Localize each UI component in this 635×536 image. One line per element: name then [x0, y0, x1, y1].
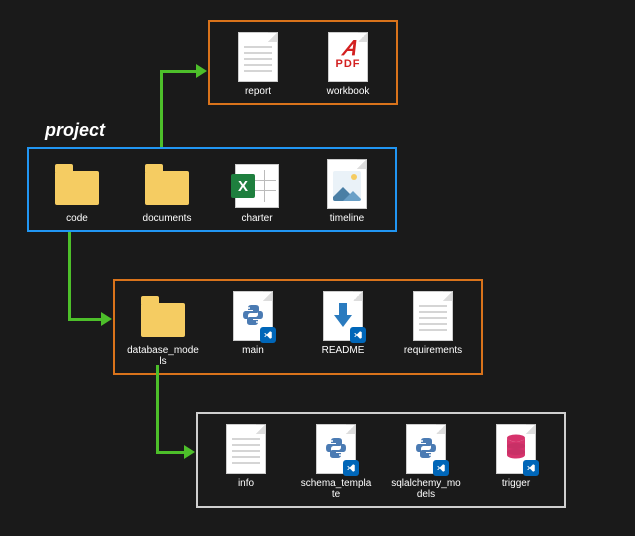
- group-project: code documents X charter timeline: [27, 147, 397, 232]
- sql-file-icon: [492, 422, 540, 476]
- group-documents: report 𝐴PDF workbook: [208, 20, 398, 105]
- item-label: database_models: [127, 345, 199, 367]
- group-database-models: info schema_template sqlalchemy_models: [196, 412, 566, 508]
- vscode-badge-icon: [523, 460, 539, 476]
- file-trigger[interactable]: trigger: [480, 422, 552, 489]
- item-label: main: [242, 345, 264, 356]
- file-charter[interactable]: X charter: [221, 157, 293, 224]
- item-label: sqlalchemy_models: [390, 478, 462, 500]
- markdown-file-icon: [319, 289, 367, 343]
- folder-icon: [53, 157, 101, 211]
- file-sqlalchemy-models[interactable]: sqlalchemy_models: [390, 422, 462, 500]
- folder-database-models[interactable]: database_models: [127, 289, 199, 367]
- folder-documents[interactable]: documents: [131, 157, 203, 224]
- folder-code[interactable]: code: [41, 157, 113, 224]
- group-code: database_models main README requirements: [113, 279, 483, 375]
- file-schema-template[interactable]: schema_template: [300, 422, 372, 500]
- item-label: trigger: [502, 478, 530, 489]
- item-label: workbook: [327, 86, 370, 97]
- text-file-icon: [234, 30, 282, 84]
- vscode-badge-icon: [350, 327, 366, 343]
- excel-file-icon: X: [233, 157, 281, 211]
- file-readme[interactable]: README: [307, 289, 379, 356]
- folder-icon: [139, 289, 187, 343]
- vscode-badge-icon: [433, 460, 449, 476]
- item-label: charter: [241, 213, 272, 224]
- item-label: info: [238, 478, 254, 489]
- text-file-icon: [222, 422, 270, 476]
- file-info[interactable]: info: [210, 422, 282, 489]
- item-label: schema_template: [300, 478, 372, 500]
- python-file-icon: [229, 289, 277, 343]
- file-requirements[interactable]: requirements: [397, 289, 469, 356]
- text-file-icon: [409, 289, 457, 343]
- python-file-icon: [312, 422, 360, 476]
- file-timeline[interactable]: timeline: [311, 157, 383, 224]
- vscode-badge-icon: [260, 327, 276, 343]
- file-workbook[interactable]: 𝐴PDF workbook: [312, 30, 384, 97]
- file-main[interactable]: main: [217, 289, 289, 356]
- item-label: README: [322, 345, 365, 356]
- pdf-file-icon: 𝐴PDF: [324, 30, 372, 84]
- python-file-icon: [402, 422, 450, 476]
- item-label: code: [66, 213, 88, 224]
- file-report[interactable]: report: [222, 30, 294, 97]
- item-label: timeline: [330, 213, 364, 224]
- folder-icon: [143, 157, 191, 211]
- project-label: project: [45, 120, 105, 141]
- item-label: report: [245, 86, 271, 97]
- vscode-badge-icon: [343, 460, 359, 476]
- image-file-icon: [323, 157, 371, 211]
- item-label: documents: [143, 213, 192, 224]
- item-label: requirements: [404, 345, 462, 356]
